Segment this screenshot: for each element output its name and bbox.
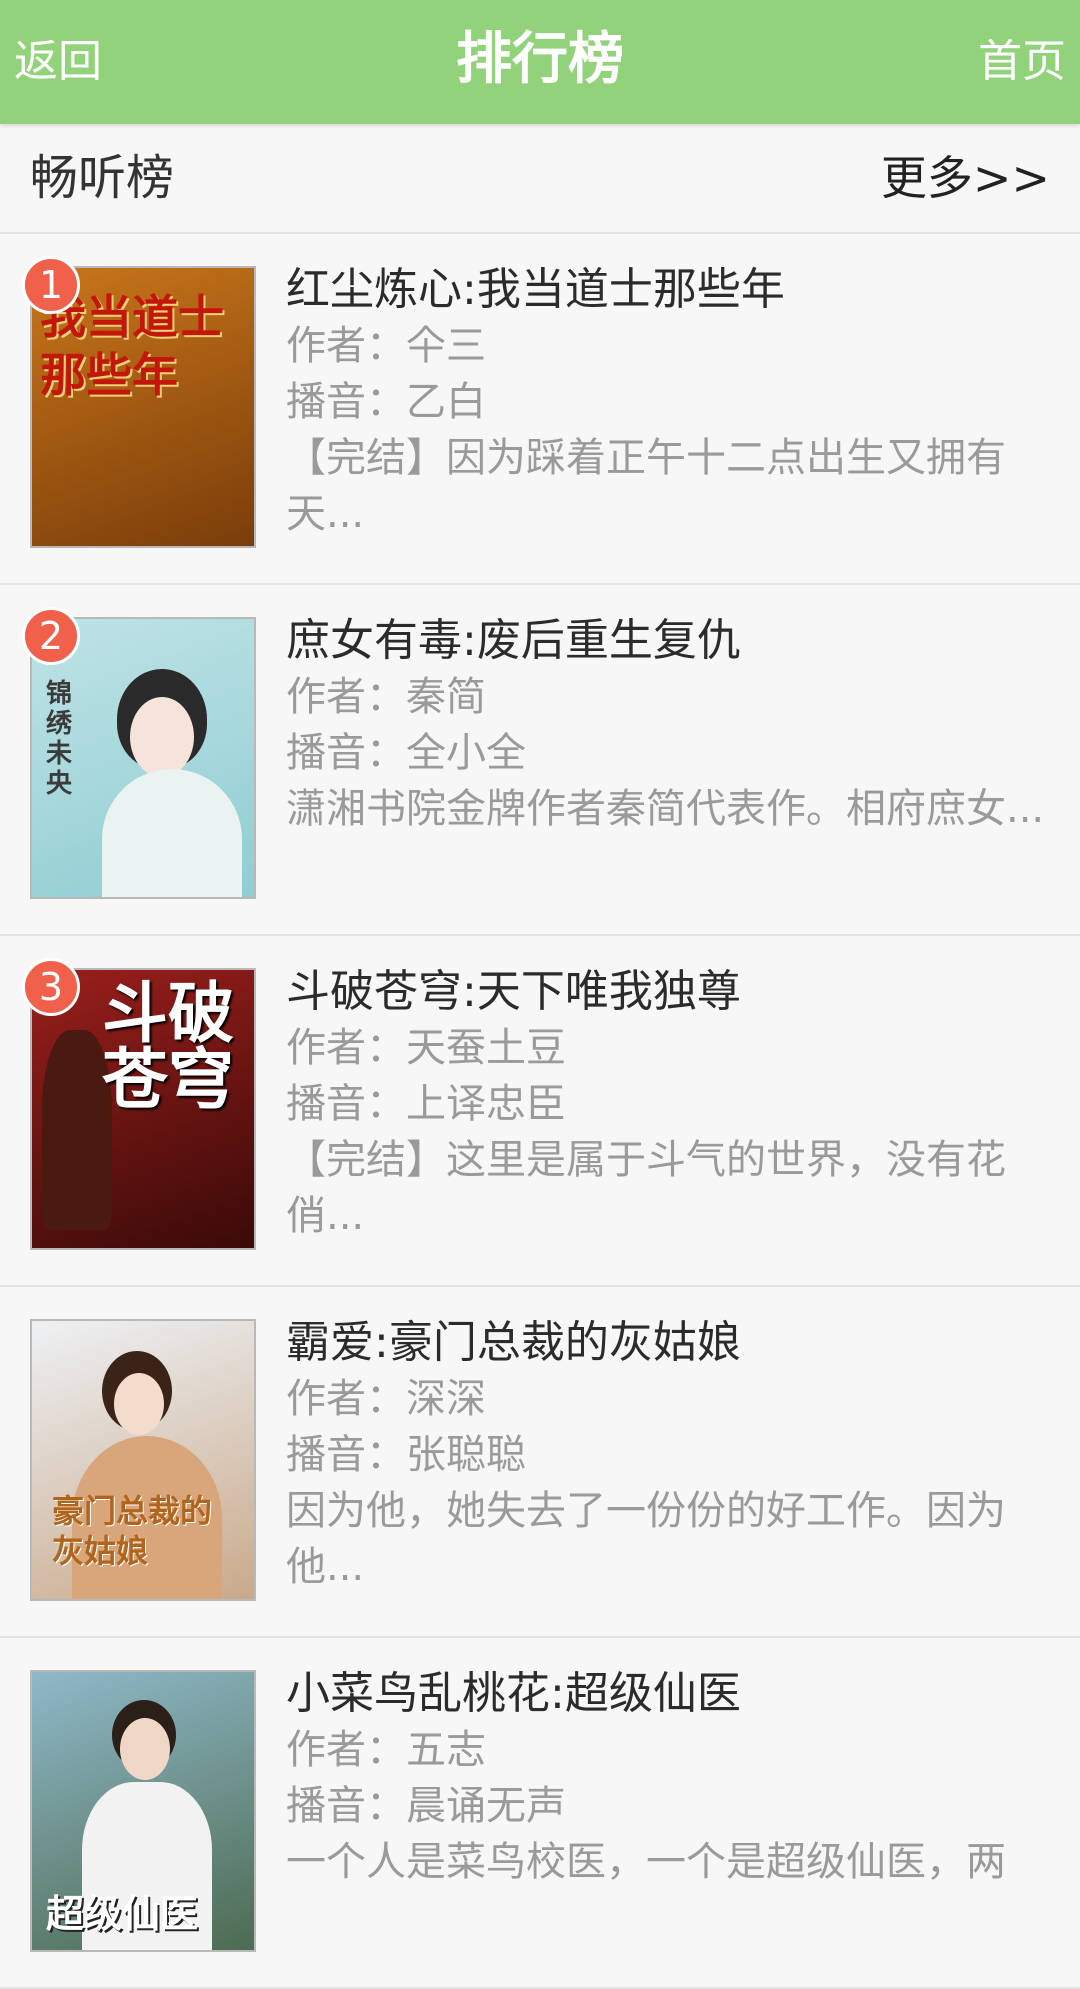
- cover-title-art: 豪门总裁的灰姑娘: [52, 1492, 213, 1570]
- book-info: 斗破苍穹:天下唯我独尊 作者：天蚕土豆 播音：上译忠臣 【完结】这里是属于斗气的…: [286, 964, 1052, 1244]
- narrator-label: 播音：: [286, 730, 406, 776]
- book-info: 庶女有毒:废后重生复仇 作者：秦简 播音：全小全 潇湘书院金牌作者秦简代表作。相…: [286, 613, 1052, 837]
- book-description: 潇湘书院金牌作者秦简代表作。相府庶女...: [286, 786, 1045, 832]
- home-button[interactable]: 首页: [978, 0, 1066, 124]
- book-item[interactable]: 斗破苍穹 3 斗破苍穹:天下唯我独尊 作者：天蚕土豆 播音：上译忠臣 【完结】这…: [0, 936, 1080, 1287]
- cover-art: 豪门总裁的灰姑娘: [32, 1321, 254, 1599]
- cover-face-icon: [130, 697, 194, 777]
- book-narrator: 播音：全小全: [286, 725, 1052, 781]
- book-cover: 豪门总裁的灰姑娘: [30, 1319, 256, 1601]
- book-author: 作者：仐三: [286, 318, 1052, 374]
- narrator-name: 张聪聪: [406, 1432, 526, 1478]
- section-title: 畅听榜: [30, 150, 175, 206]
- book-description: 因为他，她失去了一份份的好工作。因为他...: [286, 1488, 1006, 1590]
- book-narrator: 播音：张聪聪: [286, 1427, 1052, 1483]
- book-title: 斗破苍穹:天下唯我独尊: [286, 966, 741, 1017]
- cover-title-art: 超级仙医: [46, 1891, 199, 1936]
- book-author: 作者：深深: [286, 1371, 1052, 1427]
- book-title: 红尘炼心:我当道士那些年: [286, 264, 785, 315]
- book-title: 小菜鸟乱桃花:超级仙医: [286, 1668, 741, 1719]
- book-narrator: 播音：晨诵无声: [286, 1778, 1052, 1834]
- book-author: 作者：五志: [286, 1722, 1052, 1778]
- author-name: 深深: [406, 1376, 486, 1422]
- top-bar: 返回 排行榜 首页: [0, 0, 1080, 124]
- narrator-label: 播音：: [286, 1081, 406, 1127]
- book-item[interactable]: 豪门总裁的灰姑娘 霸爱:豪门总裁的灰姑娘 作者：深深 播音：张聪聪 因为他，她失…: [0, 1287, 1080, 1638]
- author-name: 天蚕土豆: [406, 1025, 566, 1071]
- section-header: 畅听榜 更多>>: [0, 124, 1080, 234]
- cover-face-icon: [114, 1373, 164, 1435]
- author-label: 作者：: [286, 674, 406, 720]
- book-title: 霸爱:豪门总裁的灰姑娘: [286, 1317, 741, 1368]
- cover-robe-icon: [102, 769, 242, 897]
- author-label: 作者：: [286, 323, 406, 369]
- cover-art: 超级仙医: [32, 1672, 254, 1950]
- narrator-name: 全小全: [406, 730, 526, 776]
- page-title: 排行榜: [456, 27, 624, 92]
- book-info: 霸爱:豪门总裁的灰姑娘 作者：深深 播音：张聪聪 因为他，她失去了一份份的好工作…: [286, 1315, 1052, 1595]
- cover-title-art: 锦绣未央: [46, 679, 73, 799]
- more-link[interactable]: 更多>>: [881, 124, 1050, 232]
- cover-face-icon: [120, 1718, 170, 1780]
- book-title: 庶女有毒:废后重生复仇: [286, 615, 741, 666]
- book-narrator: 播音：上译忠臣: [286, 1076, 1052, 1132]
- rank-badge: 2: [22, 607, 80, 665]
- book-item[interactable]: 我当道士那些年 1 红尘炼心:我当道士那些年 作者：仐三 播音：乙白 【完结】因…: [0, 234, 1080, 585]
- author-name: 五志: [406, 1727, 486, 1773]
- book-description: 【完结】因为踩着正午十二点出生又拥有天...: [286, 435, 1006, 537]
- narrator-name: 上译忠臣: [406, 1081, 566, 1127]
- author-label: 作者：: [286, 1025, 406, 1071]
- book-narrator: 播音：乙白: [286, 374, 1052, 430]
- narrator-name: 晨诵无声: [406, 1783, 566, 1829]
- narrator-name: 乙白: [406, 379, 486, 425]
- narrator-label: 播音：: [286, 379, 406, 425]
- cover-title-art: 斗破苍穹: [102, 974, 234, 1118]
- book-description: 一个人是菜鸟校医，一个是超级仙医，两: [286, 1839, 1006, 1885]
- rank-badge: 3: [22, 958, 80, 1016]
- book-description: 【完结】这里是属于斗气的世界，没有花俏...: [286, 1137, 1006, 1239]
- author-name: 仐三: [406, 323, 486, 369]
- author-label: 作者：: [286, 1727, 406, 1773]
- book-cover: 超级仙医: [30, 1670, 256, 1952]
- book-author: 作者：秦简: [286, 669, 1052, 725]
- book-list: 我当道士那些年 1 红尘炼心:我当道士那些年 作者：仐三 播音：乙白 【完结】因…: [0, 234, 1080, 1989]
- book-item[interactable]: 超级仙医 小菜鸟乱桃花:超级仙医 作者：五志 播音：晨诵无声 一个人是菜鸟校医，…: [0, 1638, 1080, 1989]
- author-name: 秦简: [406, 674, 486, 720]
- narrator-label: 播音：: [286, 1783, 406, 1829]
- author-label: 作者：: [286, 1376, 406, 1422]
- book-info: 小菜鸟乱桃花:超级仙医 作者：五志 播音：晨诵无声 一个人是菜鸟校医，一个是超级…: [286, 1666, 1052, 1890]
- narrator-label: 播音：: [286, 1432, 406, 1478]
- book-info: 红尘炼心:我当道士那些年 作者：仐三 播音：乙白 【完结】因为踩着正午十二点出生…: [286, 262, 1052, 542]
- rank-badge: 1: [22, 256, 80, 314]
- book-item[interactable]: 锦绣未央 2 庶女有毒:废后重生复仇 作者：秦简 播音：全小全 潇湘书院金牌作者…: [0, 585, 1080, 936]
- book-author: 作者：天蚕土豆: [286, 1020, 1052, 1076]
